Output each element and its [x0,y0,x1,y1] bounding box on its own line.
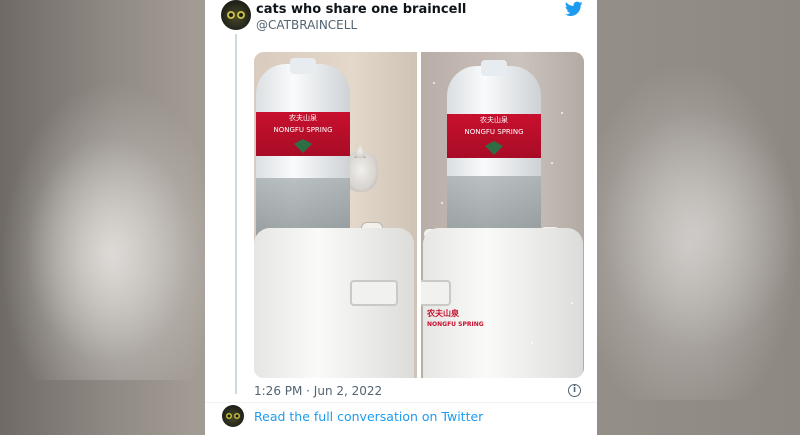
sparkle [571,302,573,304]
display-name[interactable]: cats who share one braincell [256,2,466,17]
bottle-label: 农夫山泉 NONGFU SPRING [256,112,350,156]
background-blur-right [595,60,800,400]
bottle-label: 农夫山泉 NONGFU SPRING [447,114,541,158]
gem-logo-icon [294,139,312,153]
bottle-label-subtext: NONGFU SPRING [464,128,524,136]
avatar-eye-left [226,413,232,419]
dispenser-text: 农夫山泉 [427,309,459,318]
sparkle [531,342,533,344]
twitter-bird-icon[interactable] [565,1,583,17]
dispenser-brand-text: 农夫山泉 NONGFU SPRING [427,308,484,328]
info-icon[interactable]: i [568,384,581,397]
bottle-label-subtext: NONGFU SPRING [273,126,333,134]
dispenser-subtext: NONGFU SPRING [427,321,484,328]
bottle-cap [290,58,316,74]
dispenser-slot [421,280,451,306]
avatar-eye-left [227,11,235,19]
water-dispenser-right: 农夫山泉 NONGFU SPRING [421,228,583,378]
sparkle [441,202,443,204]
read-full-conversation-link[interactable]: Read the full conversation on Twitter [254,409,483,424]
divider [205,402,597,403]
photo-right[interactable]: 农夫山泉 NONGFU SPRING 农夫山泉 NONGFU SPRING [421,52,584,378]
water-bottle-right: 农夫山泉 NONGFU SPRING [447,60,541,246]
dispenser-slot [350,280,398,306]
sparkle [551,162,553,164]
gem-logo-icon [485,141,503,155]
water-bottle-left: 农夫山泉 NONGFU SPRING [256,58,350,244]
bottle-label-text: 农夫山泉 [480,116,508,124]
tweet-media[interactable]: 农夫山泉 NONGFU SPRING 农夫山泉 NONGFU SPRING 农夫… [254,52,584,378]
avatar-eye-right [234,413,240,419]
user-handle[interactable]: @CATBRAINCELL [256,18,357,32]
sparkle [561,112,563,114]
tweet-timestamp[interactable]: 1:26 PM · Jun 2, 2022 [254,384,382,398]
thread-line [235,34,237,394]
bottle-label-text: 农夫山泉 [289,114,317,122]
background-blur-left [0,80,205,380]
small-avatar[interactable] [222,405,244,427]
photo-left[interactable]: 农夫山泉 NONGFU SPRING [254,52,417,378]
avatar[interactable] [221,0,251,30]
cat-ear-left [354,144,366,158]
water-dispenser-left [254,228,414,378]
tweet-card: cats who share one braincell @CATBRAINCE… [205,0,597,435]
bottle-cap [481,60,507,76]
avatar-eye-right [237,11,245,19]
sparkle [433,82,435,84]
